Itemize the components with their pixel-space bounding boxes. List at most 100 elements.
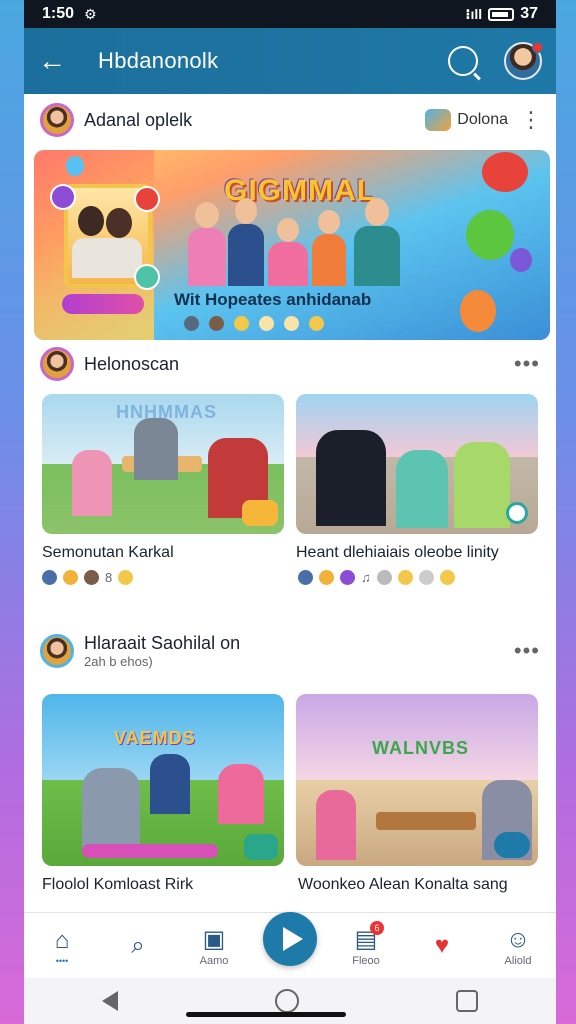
coin-icon (309, 316, 324, 331)
card-title[interactable]: Floolol Komloast Rirk (42, 876, 193, 894)
avatar-dot (42, 570, 57, 585)
person-head (318, 210, 340, 234)
person-head (365, 198, 389, 226)
featured-banner[interactable]: GIGMMAL Wit Hopeates anhidanab (34, 150, 550, 340)
progress-circle-icon (506, 502, 528, 524)
chip-label: Dolona (457, 111, 508, 128)
person (316, 430, 386, 526)
reaction-row: 8 (42, 570, 134, 585)
avatar-dot (209, 316, 224, 331)
balloon-blue (66, 156, 84, 176)
edit-badge-icon (494, 832, 530, 858)
section-avatar[interactable] (40, 634, 74, 668)
card-title[interactable]: Semonutan Karkal (42, 544, 174, 562)
title-pill (82, 844, 218, 858)
system-nav (24, 978, 556, 1024)
avatar-dot (84, 570, 99, 585)
card-tag: WALNVBS (372, 738, 469, 758)
app-title: Hbdanonolk (98, 48, 219, 73)
banner-dots (184, 316, 324, 331)
coin-icon (439, 570, 455, 585)
home-circle-icon[interactable] (274, 989, 299, 1013)
check-badge-icon (134, 264, 160, 290)
feed-header: Adanal oplelk Dolona ⋮ (24, 102, 556, 138)
person (150, 754, 190, 814)
person (228, 198, 264, 286)
settings-icon: ⚙ (84, 5, 97, 22)
nav-label: Aliold (504, 954, 532, 967)
sticker-badge (244, 834, 278, 860)
home-icon: ⌂ (54, 926, 70, 954)
emoji-icon (319, 570, 334, 585)
nav-profile[interactable]: ☺ Aliold (488, 925, 548, 967)
home-indicator[interactable] (186, 1012, 346, 1017)
nav-notifications[interactable]: ▤ 6 Fleoo (336, 920, 396, 967)
status-bar: 1:50 ⚙ ⁝ıll 37 (24, 0, 556, 28)
balloon-green (466, 210, 514, 260)
user-avatar[interactable] (40, 103, 74, 137)
emoji-icon (63, 570, 78, 585)
person (268, 218, 308, 286)
person (134, 418, 178, 480)
more-horizontal-icon[interactable]: ••• (514, 351, 540, 377)
search-icon: ⌕ (131, 931, 145, 959)
table (376, 812, 476, 830)
recent-apps-icon[interactable] (455, 990, 478, 1012)
nav-search[interactable]: ⌕ (108, 931, 168, 961)
sticker-badge (242, 500, 278, 526)
nav-label: Aamo (199, 954, 229, 967)
person-head (195, 202, 219, 228)
video-card[interactable]: WALNVBS (296, 694, 538, 866)
back-icon[interactable] (102, 991, 119, 1011)
heart-icon (340, 570, 355, 585)
section-avatar[interactable] (40, 347, 74, 381)
message-icon: ▣ (202, 925, 226, 953)
dot-icon (418, 570, 434, 585)
person (218, 764, 264, 824)
dot-icon (284, 316, 299, 331)
person (188, 202, 226, 286)
more-horizontal-icon[interactable]: ••• (514, 638, 540, 664)
play-icon (263, 911, 317, 966)
battery-level: 37 (520, 5, 538, 22)
nav-play[interactable] (260, 911, 320, 966)
status-time: 1:50 (42, 5, 75, 22)
balloon-purple (510, 248, 532, 272)
active-indicator: •••• (55, 955, 69, 966)
section-title: Helonoscan (84, 353, 180, 374)
app-bar: ← Hbdanonolk (24, 28, 556, 94)
nav-home[interactable]: ⌂ •••• (32, 926, 92, 966)
avatar[interactable] (504, 42, 543, 80)
section-header: Helonoscan ••• (24, 346, 556, 382)
arrow-left-icon[interactable]: ← (38, 45, 74, 77)
chip[interactable]: Dolona (425, 109, 508, 131)
more-vertical-icon[interactable]: ⋮ (520, 107, 542, 133)
music-badge-icon (50, 184, 76, 210)
battery-icon (488, 7, 515, 21)
notification-badge: 6 (370, 920, 384, 935)
reaction-row: ♫ (298, 570, 455, 585)
banner-pill (62, 294, 144, 314)
nav-messages[interactable]: ▣ Aamo (184, 925, 244, 967)
avatar-dot (184, 316, 199, 331)
search-icon[interactable] (448, 46, 478, 76)
person (72, 450, 112, 516)
video-card[interactable] (296, 394, 538, 534)
person (312, 210, 346, 286)
person-body (72, 238, 142, 278)
notification-dot (532, 42, 543, 53)
phone-screen: 1:50 ⚙ ⁝ıll 37 ← Hbdanonolk Adanal oplel… (24, 0, 556, 1024)
person-head (235, 198, 257, 224)
avatar-dot (298, 570, 313, 585)
video-card[interactable]: VAEMDS (42, 694, 284, 866)
camera-icon (425, 109, 452, 131)
card-title[interactable]: Heant dlehiaiais oleobe linity (296, 544, 499, 562)
bottom-nav: ⌂ •••• ⌕ ▣ Aamo ▤ 6 Fleoo ♥ ☺ Aliold (24, 911, 556, 978)
heart-icon: ♥ (434, 931, 450, 959)
section-title: Hlaraait Saohilal on (84, 633, 241, 653)
signal-icon: ⁝ıll (465, 5, 483, 22)
person-head (277, 218, 299, 242)
card-title[interactable]: Woonkeo Alean Konalta sang (298, 876, 508, 894)
nav-favorites[interactable]: ♥ (412, 931, 472, 961)
video-card[interactable]: HNHMMAS (42, 394, 284, 534)
